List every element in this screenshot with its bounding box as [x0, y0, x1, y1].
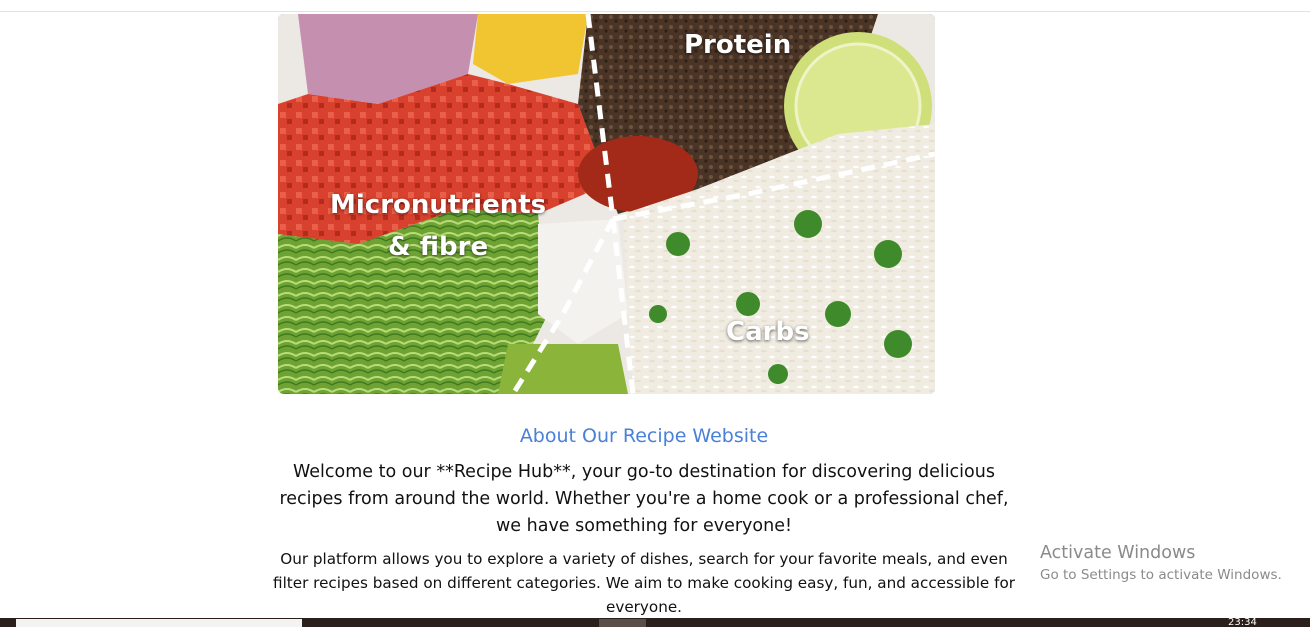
micronutrients-label-line1: Micronutrients: [330, 190, 547, 220]
micronutrients-label: Micronutrients & fibre: [330, 192, 546, 260]
burrito-bowl-hero-image: Protein Micronutrients & fibre Carbs: [278, 14, 935, 394]
protein-label: Protein: [684, 30, 792, 60]
taskbar-clock[interactable]: 23:34: [1228, 618, 1257, 627]
page-top-border: [0, 11, 1310, 12]
about-section-title: About Our Recipe Website: [519, 425, 769, 447]
taskbar-search-box[interactable]: [16, 619, 302, 627]
about-platform-paragraph: Our platform allows you to explore a var…: [273, 550, 1015, 616]
carbs-label: Carbs: [726, 317, 810, 347]
about-welcome-paragraph: Welcome to our **Recipe Hub**, your go-t…: [279, 462, 1009, 536]
activate-windows-watermark: Activate Windows Go to Settings to activ…: [1040, 542, 1282, 586]
activate-windows-title: Activate Windows: [1040, 543, 1196, 563]
taskbar-active-app-button[interactable]: [599, 619, 646, 627]
micronutrients-label-line2: & fibre: [388, 232, 489, 262]
activate-windows-subtitle: Go to Settings to activate Windows.: [1040, 567, 1282, 583]
